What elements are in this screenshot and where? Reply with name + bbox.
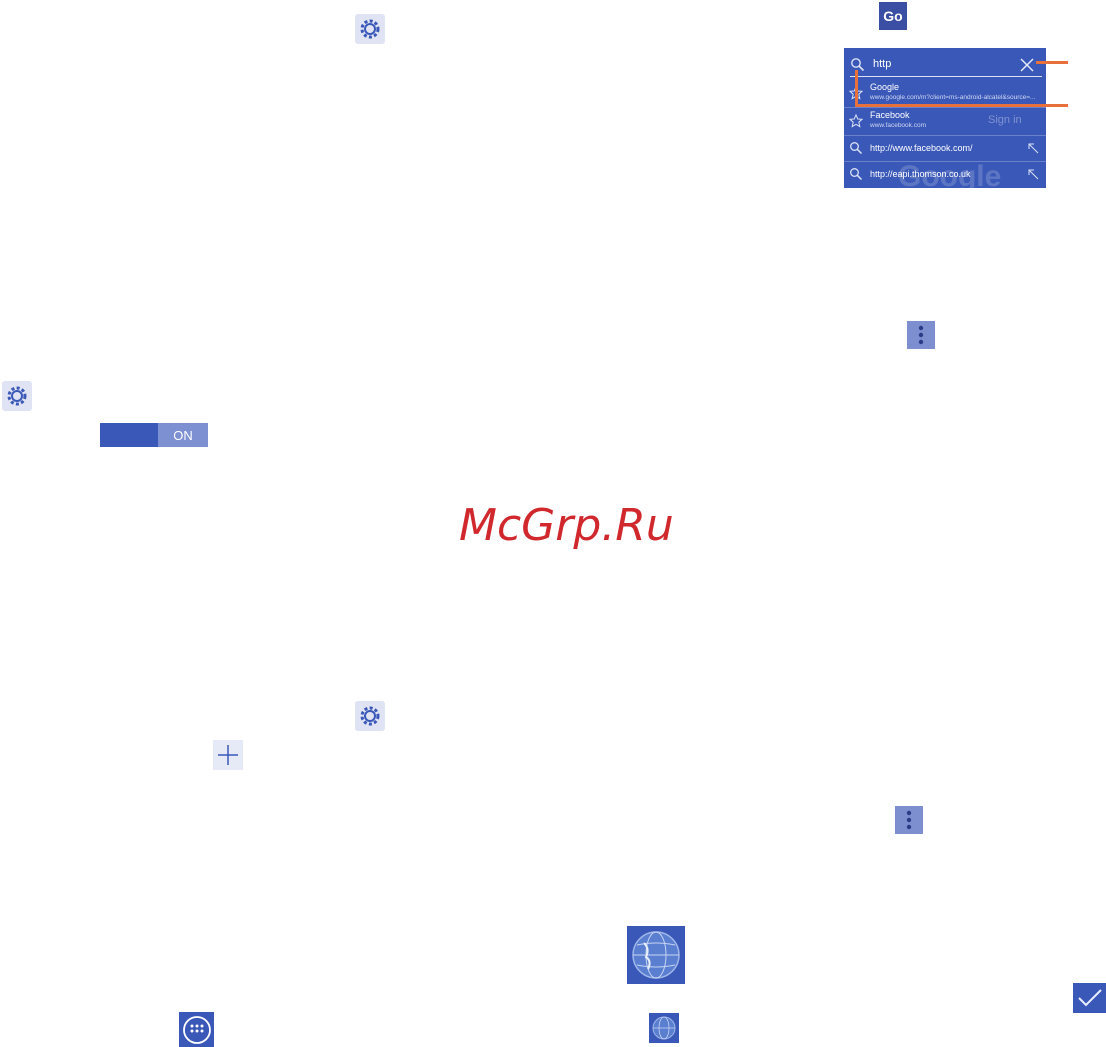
search-icon xyxy=(850,142,863,155)
browser-suggestions-panel: Sign in Google http Google www.google.co… xyxy=(844,48,1046,193)
on-off-toggle[interactable]: ON xyxy=(100,423,208,447)
browser-globe-small-icon[interactable] xyxy=(649,1013,679,1043)
url-search-field[interactable]: http xyxy=(844,54,1046,76)
go-button[interactable]: Go xyxy=(879,2,907,30)
callout-line-horizontal xyxy=(855,104,1068,107)
star-icon xyxy=(849,114,863,128)
add-plus-icon[interactable] xyxy=(213,740,243,770)
suggestion-url: www.facebook.com xyxy=(870,122,926,129)
settings-gear-icon[interactable] xyxy=(2,381,32,411)
arrow-up-left-icon[interactable] xyxy=(1026,167,1040,181)
confirm-check-icon[interactable] xyxy=(1073,983,1106,1013)
suggestion-title: Google xyxy=(870,82,900,92)
suggestion-item[interactable]: http://www.facebook.com/ xyxy=(844,136,1046,160)
settings-gear-icon[interactable] xyxy=(355,701,385,731)
suggestion-title: Facebook xyxy=(870,110,910,120)
toggle-on-label: ON xyxy=(158,423,208,447)
suggestion-url: www.google.com/m?client=ms-android-alcat… xyxy=(870,94,1036,101)
suggestion-title: http://www.facebook.com/ xyxy=(870,143,973,153)
app-drawer-icon[interactable] xyxy=(179,1012,214,1047)
callout-line-vertical xyxy=(855,70,858,107)
arrow-up-left-icon[interactable] xyxy=(1026,141,1040,155)
url-input-text[interactable]: http xyxy=(873,58,891,70)
watermark-text: McGrp.Ru xyxy=(459,500,674,551)
suggestion-item[interactable]: Google www.google.com/m?client=ms-androi… xyxy=(844,80,1046,106)
suggestion-item[interactable]: Facebook www.facebook.com xyxy=(844,108,1046,134)
browser-globe-icon[interactable] xyxy=(627,926,685,984)
suggestion-title: http://eapi.thomson.co.uk xyxy=(870,169,971,179)
search-field-underline xyxy=(850,76,1042,77)
suggestion-item[interactable]: http://eapi.thomson.co.uk xyxy=(844,162,1046,186)
search-icon xyxy=(850,168,863,181)
clear-close-icon[interactable] xyxy=(1018,56,1036,74)
settings-gear-icon[interactable] xyxy=(355,14,385,44)
overflow-menu-icon[interactable] xyxy=(907,321,935,349)
callout-line-clear xyxy=(1036,61,1068,64)
overflow-menu-icon[interactable] xyxy=(895,806,923,834)
search-icon xyxy=(851,58,865,72)
